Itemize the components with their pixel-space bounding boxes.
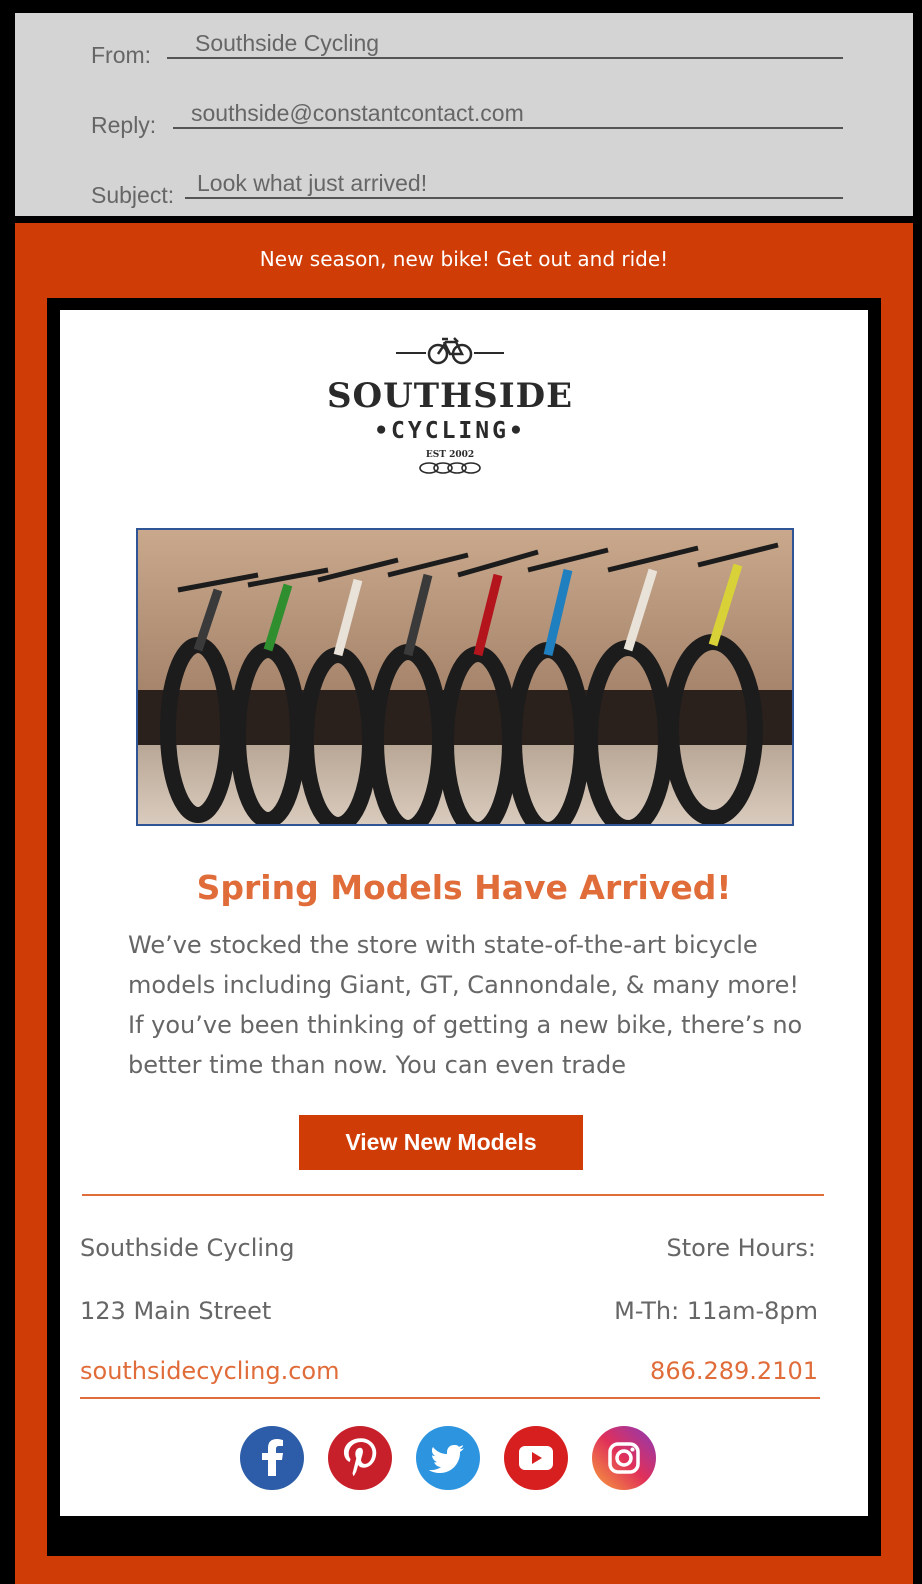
- chain-ornament-icon: [419, 462, 481, 474]
- logo-est: EST 2002: [425, 450, 475, 460]
- footer-divider-top: [82, 1194, 824, 1196]
- twitter-glyph-icon: [429, 1445, 464, 1473]
- twitter-icon[interactable]: [416, 1426, 480, 1490]
- instagram-icon[interactable]: [592, 1426, 656, 1490]
- preheader-text: New season, new bike! Get out and ride!: [259, 247, 669, 271]
- reply-value: southside@constantcontact.com: [191, 100, 524, 126]
- youtube-glyph-icon: [519, 1446, 553, 1470]
- content-card-border: SOUTHSIDE •CYCLING• EST 2002 Spring Mode…: [47, 298, 881, 1556]
- content-card: SOUTHSIDE •CYCLING• EST 2002 Spring Mode…: [60, 310, 868, 1516]
- bicycles-photo-icon: [138, 530, 792, 824]
- address: 123 Main Street: [80, 1297, 272, 1325]
- from-row: From: Southside Cycling: [15, 30, 913, 71]
- headline: Spring Models Have Arrived!: [196, 868, 732, 907]
- email-preview-frame: From: Southside Cycling Reply: southside…: [0, 0, 922, 1584]
- subject-value: Look what just arrived!: [197, 170, 428, 196]
- logo-name: SOUTHSIDE: [326, 376, 574, 416]
- youtube-icon[interactable]: [504, 1426, 568, 1490]
- phone-link[interactable]: 866.289.2101: [650, 1357, 818, 1385]
- subject-underline: [185, 197, 843, 199]
- pinterest-icon[interactable]: [328, 1426, 392, 1490]
- social-links: [240, 1426, 670, 1492]
- store-hours: M-Th: 11am-8pm: [614, 1297, 818, 1325]
- store-hours-title: Store Hours:: [666, 1234, 816, 1262]
- bicycle-icon: [396, 337, 504, 365]
- from-label: From:: [91, 42, 152, 68]
- facebook-glyph-icon: [262, 1439, 283, 1476]
- website-link[interactable]: southsidecycling.com: [80, 1357, 339, 1385]
- email-header: From: Southside Cycling Reply: southside…: [15, 13, 913, 216]
- southside-cycling-logo[interactable]: SOUTHSIDE •CYCLING• EST 2002: [300, 332, 600, 497]
- instagram-glyph-icon: [608, 1442, 640, 1474]
- from-underline: [167, 57, 843, 59]
- footer-divider-bottom: [80, 1397, 820, 1399]
- logo-subtitle: •CYCLING•: [374, 418, 526, 444]
- hero-image[interactable]: [136, 528, 794, 826]
- view-new-models-button[interactable]: View New Models: [299, 1115, 583, 1170]
- reply-label: Reply:: [91, 112, 157, 138]
- business-name: Southside Cycling: [80, 1234, 295, 1262]
- subject-label: Subject:: [91, 182, 175, 208]
- reply-row: Reply: southside@constantcontact.com: [15, 100, 913, 141]
- reply-underline: [173, 127, 843, 129]
- facebook-icon[interactable]: [240, 1426, 304, 1490]
- pinterest-glyph-icon: [343, 1438, 377, 1477]
- email-body-background: New season, new bike! Get out and ride! …: [15, 223, 913, 1584]
- subject-row: Subject: Look what just arrived!: [15, 170, 913, 211]
- from-value: Southside Cycling: [195, 30, 380, 56]
- body-text: We’ve stocked the store with state-of-th…: [128, 931, 803, 1075]
